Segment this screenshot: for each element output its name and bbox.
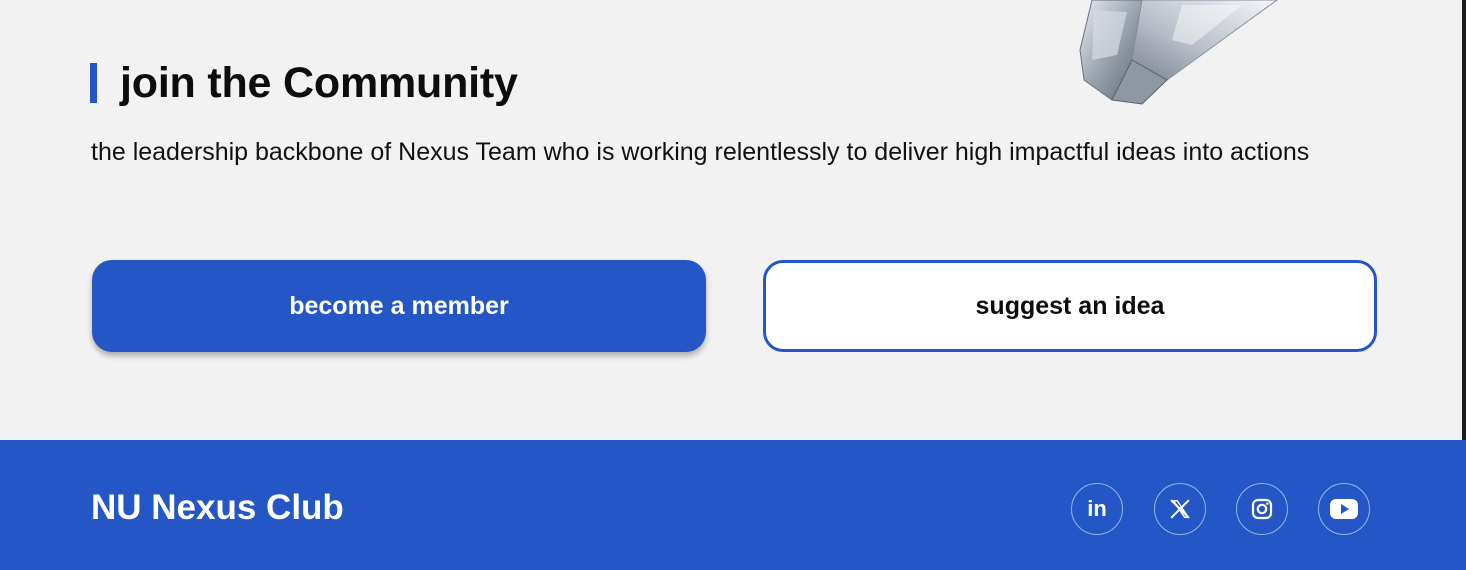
heading-accent-bar — [90, 63, 97, 103]
section-title: join the Community — [120, 58, 518, 107]
crystal-decoration-image — [1079, 0, 1278, 105]
instagram-icon — [1251, 498, 1273, 520]
x-icon — [1170, 499, 1190, 519]
section-description: the leadership backbone of Nexus Team wh… — [91, 138, 1310, 166]
linkedin-link[interactable]: in — [1071, 483, 1123, 535]
youtube-icon — [1330, 499, 1358, 519]
page: join the Community the leadership backbo… — [0, 0, 1466, 570]
instagram-link[interactable] — [1236, 483, 1288, 535]
scroll-edge — [1462, 0, 1466, 440]
become-member-button[interactable]: become a member — [92, 260, 706, 352]
youtube-link[interactable] — [1318, 483, 1370, 535]
footer-brand: NU Nexus Club — [91, 488, 344, 527]
footer: NU Nexus Club in — [0, 440, 1466, 570]
suggest-idea-button[interactable]: suggest an idea — [763, 260, 1377, 352]
linkedin-icon: in — [1087, 496, 1107, 521]
x-link[interactable] — [1154, 483, 1206, 535]
section-header: join the Community — [90, 58, 518, 108]
